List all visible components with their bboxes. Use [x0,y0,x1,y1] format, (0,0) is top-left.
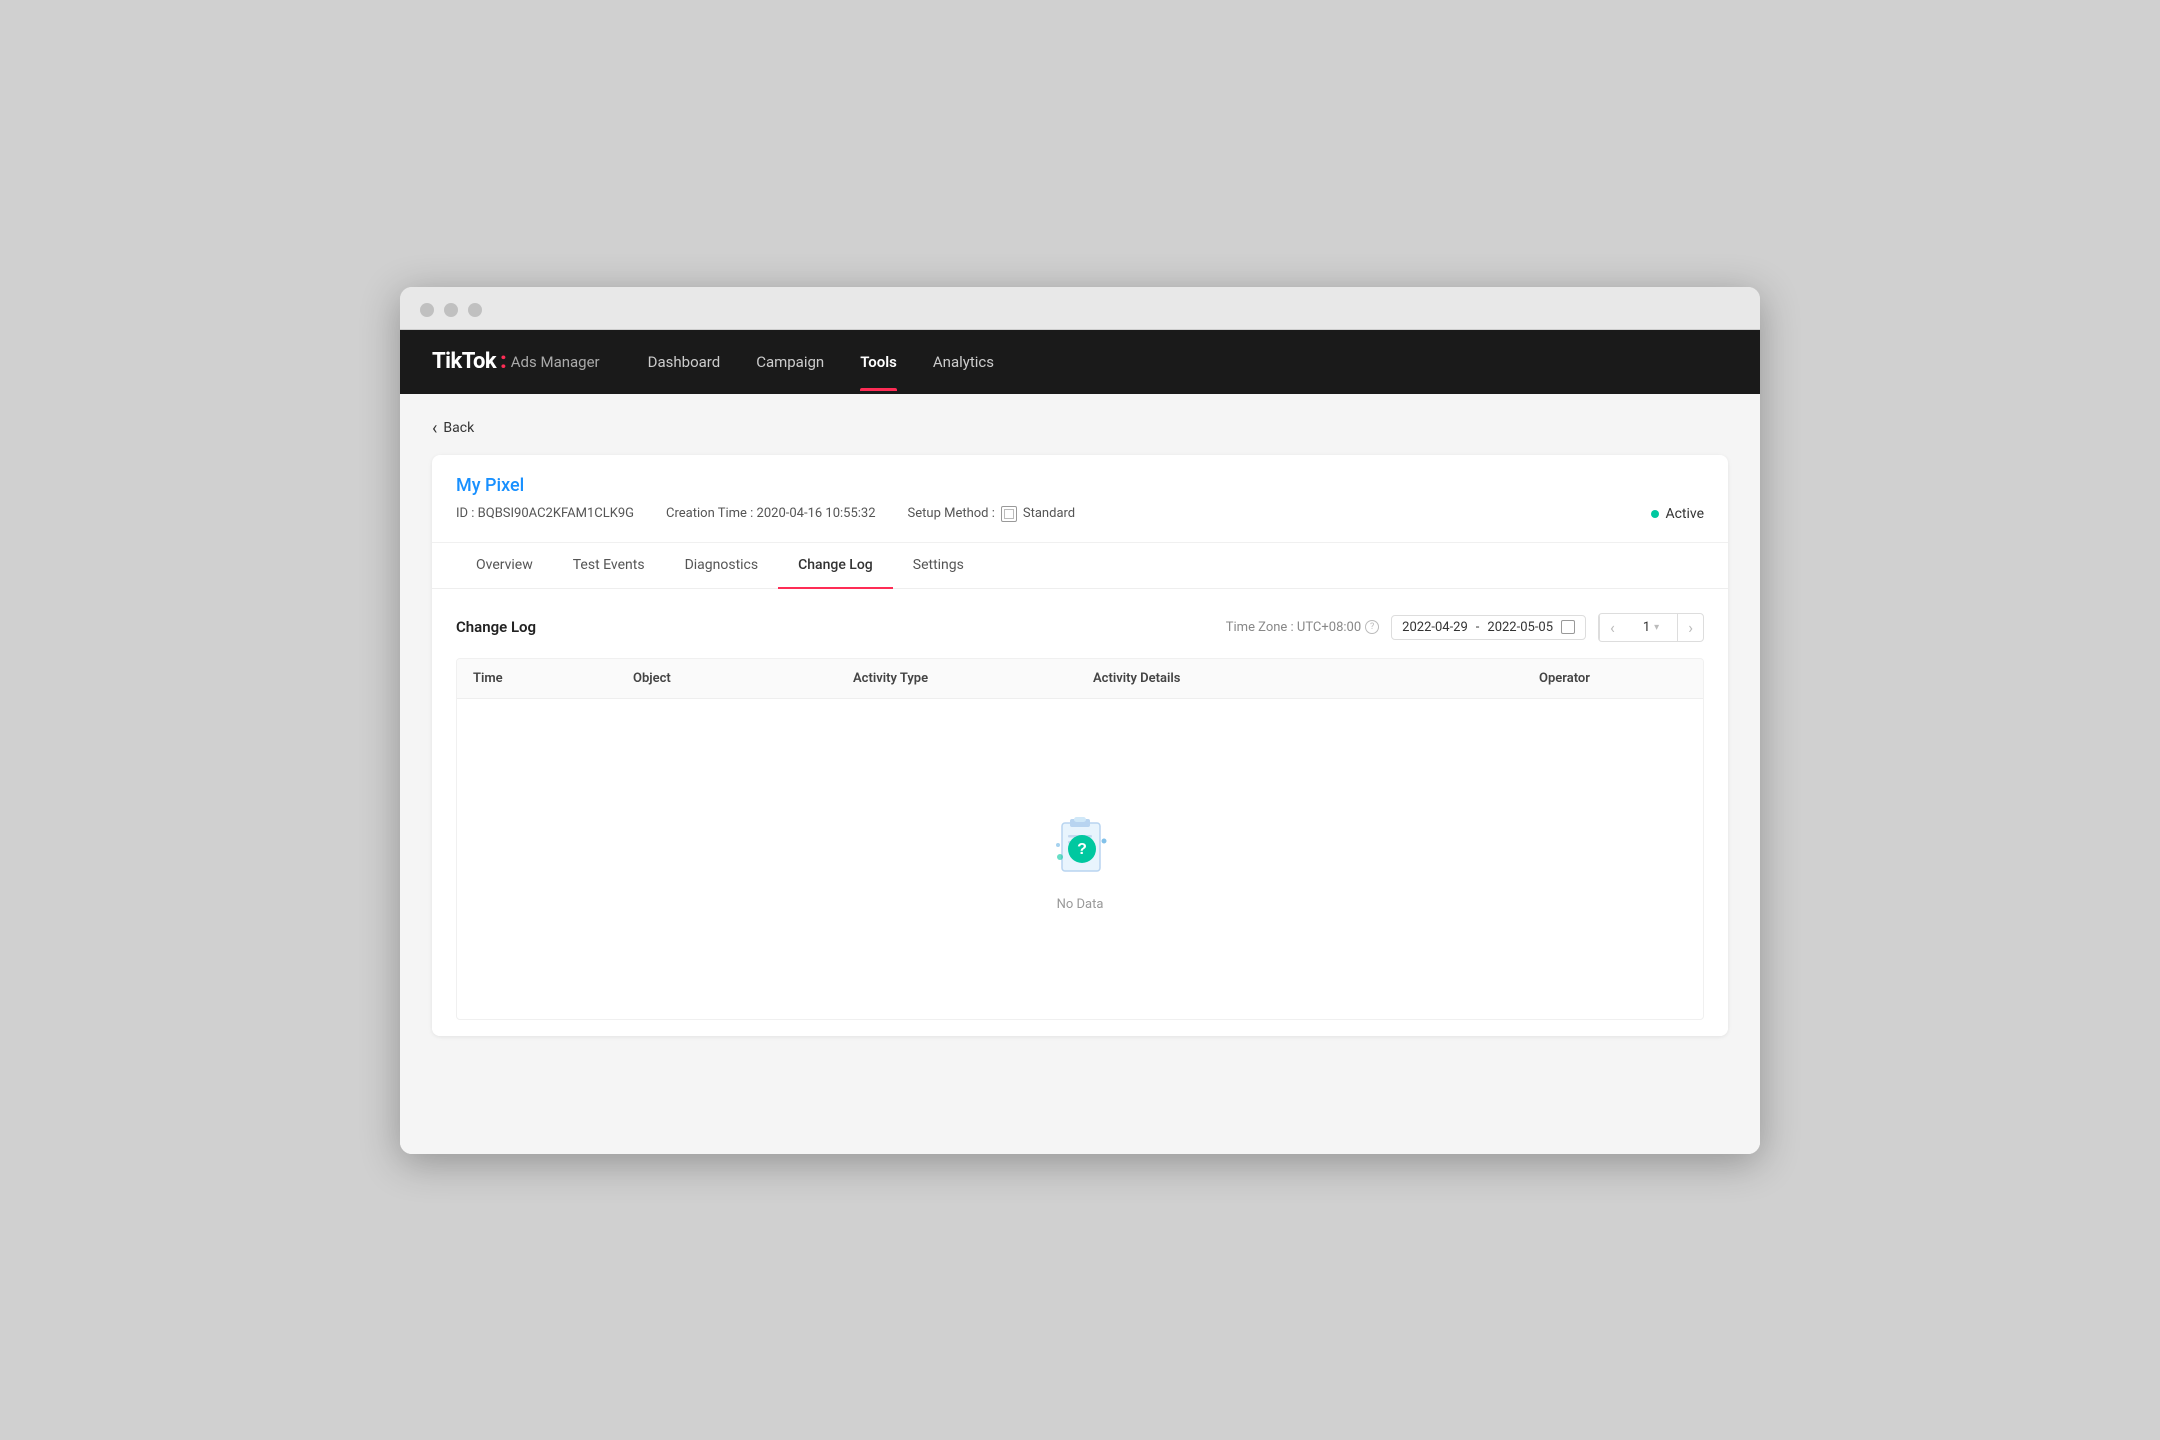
question-icon: ? [1365,620,1379,634]
changelog-title: Change Log [456,618,536,636]
nav-item-campaign[interactable]: Campaign [756,333,824,391]
nav-item-analytics[interactable]: Analytics [933,333,994,391]
close-button[interactable] [420,303,434,317]
page-prev-button[interactable]: ‹ [1599,614,1625,641]
col-activity-details: Activity Details [1077,659,1523,698]
tab-settings[interactable]: Settings [893,543,984,589]
back-link[interactable]: Back [432,418,1728,439]
tab-diagnostics[interactable]: Diagnostics [665,543,779,589]
page-number: 1 ▾ [1631,616,1671,639]
active-dot-icon [1651,510,1659,518]
pagination: ‹ 1 ▾ › [1598,613,1704,642]
maximize-button[interactable] [468,303,482,317]
no-data-text: No Data [1057,897,1104,912]
changelog-table: Time Object Activity Type Activity Detai… [456,658,1704,1020]
setup-icon [1001,506,1017,522]
changelog-section: Change Log Time Zone : UTC+08:00 ? 2022-… [432,597,1728,1036]
pixel-card: My Pixel ID : BQBSI90AC2KFAM1CLK9G Creat… [432,455,1728,1036]
main-content: Back My Pixel ID : BQBSI90AC2KFAM1CLK9G … [400,394,1760,1154]
calendar-icon [1561,620,1575,634]
col-operator: Operator [1523,659,1703,698]
timezone-label: Time Zone : UTC+08:00 [1226,620,1361,635]
table-body: ? No Data [457,699,1703,1019]
pixel-name: My Pixel [456,475,1704,496]
col-object: Object [617,659,837,698]
status-badge: Active [1665,506,1704,522]
tab-test-events[interactable]: Test Events [553,543,665,589]
col-time: Time [457,659,617,698]
col-activity-type: Activity Type [837,659,1077,698]
page-next-button[interactable]: › [1677,614,1703,641]
svg-text:?: ? [1077,841,1087,858]
pixel-id: ID : BQBSI90AC2KFAM1CLK9G [456,506,634,521]
no-data-illustration: ? [1040,805,1120,885]
browser-window: TikTok: Ads Manager Dashboard Campaign T… [400,287,1760,1154]
tab-overview[interactable]: Overview [456,543,553,589]
date-separator: - [1476,620,1480,635]
timezone-info: Time Zone : UTC+08:00 ? [1226,620,1379,635]
top-nav: TikTok: Ads Manager Dashboard Campaign T… [400,330,1760,394]
logo: TikTok: Ads Manager [432,349,600,374]
tab-bar: Overview Test Events Diagnostics Change … [432,543,1728,589]
changelog-controls: Time Zone : UTC+08:00 ? 2022-04-29 - 202… [1226,613,1704,642]
pixel-creation-time: Creation Time : 2020-04-16 10:55:32 [666,506,876,521]
tab-change-log[interactable]: Change Log [778,543,893,589]
table-header: Time Object Activity Type Activity Detai… [457,659,1703,699]
nav-items: Dashboard Campaign Tools Analytics [648,333,994,391]
active-status: Active [1651,506,1704,522]
logo-tiktok-text: TikTok [432,349,496,374]
date-end: 2022-05-05 [1487,620,1553,635]
pixel-header: My Pixel ID : BQBSI90AC2KFAM1CLK9G Creat… [432,455,1728,543]
browser-content: TikTok: Ads Manager Dashboard Campaign T… [400,330,1760,1154]
minimize-button[interactable] [444,303,458,317]
pixel-meta: ID : BQBSI90AC2KFAM1CLK9G Creation Time … [456,506,1704,522]
logo-dot: : [500,349,507,374]
no-data-container: ? No Data [1040,805,1120,912]
browser-chrome [400,287,1760,330]
changelog-header: Change Log Time Zone : UTC+08:00 ? 2022-… [456,613,1704,642]
pixel-setup-method: Setup Method : Standard [908,506,1076,522]
date-start: 2022-04-29 [1402,620,1468,635]
nav-item-tools[interactable]: Tools [860,333,897,391]
date-range-picker[interactable]: 2022-04-29 - 2022-05-05 [1391,615,1586,640]
logo-ads-text: Ads Manager [511,353,600,371]
nav-item-dashboard[interactable]: Dashboard [648,333,721,391]
